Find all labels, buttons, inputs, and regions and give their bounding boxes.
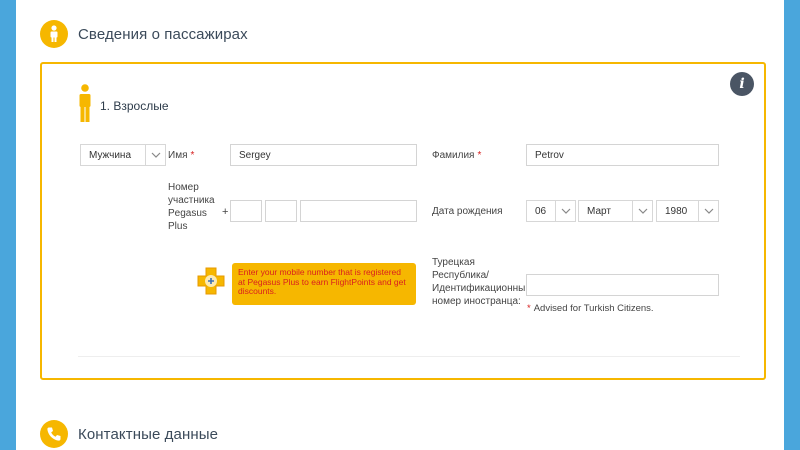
national-id-input[interactable] (526, 274, 719, 296)
person-icon (40, 20, 68, 48)
required-mark: * (527, 303, 531, 314)
chevron-down-icon (555, 201, 575, 221)
pegasus-plus-icon (196, 266, 226, 296)
pegasus-plus-label-line: Plus (168, 221, 188, 232)
person-icon (78, 84, 92, 127)
phone-icon (40, 420, 68, 448)
birth-year-value: 1980 (665, 205, 688, 217)
birth-year-select[interactable]: 1980 (656, 200, 719, 222)
chevron-down-icon (632, 201, 652, 221)
national-id-label-line: Турецкая (432, 257, 475, 268)
passengers-section-title: Сведения о пассажирах (78, 25, 248, 43)
pegasus-plus-field-1[interactable] (230, 200, 262, 222)
required-mark: * (477, 150, 482, 161)
passenger-card: i 1. Взрослые Мужчина Имя * Sergey Фамил… (40, 62, 766, 380)
birth-day-select[interactable]: 06 (526, 200, 576, 222)
first-name-label-text: Имя (168, 150, 188, 161)
gender-value: Мужчина (89, 149, 132, 161)
national-id-label-line: Республика/ (432, 270, 489, 281)
pegasus-plus-field-3[interactable] (300, 200, 417, 222)
chevron-down-icon (698, 201, 718, 221)
last-name-label-text: Фамилия (432, 150, 475, 161)
chevron-down-icon (145, 145, 165, 165)
national-id-label-line: номер иностранца: (432, 296, 521, 307)
pegasus-plus-field-2[interactable] (265, 200, 297, 222)
first-name-label: Имя * (168, 150, 194, 161)
pegasus-plus-label: Номер участника Pegasus Plus (168, 181, 215, 233)
birth-month-value: Март (587, 205, 611, 217)
birth-date-label: Дата рождения (432, 206, 503, 217)
birth-day-value: 06 (535, 205, 547, 217)
last-name-input[interactable]: Petrov (526, 144, 719, 166)
page: Сведения о пассажирах i 1. Взрослые Мужч… (16, 0, 784, 450)
pegasus-plus-label-line: участника (168, 195, 215, 206)
adult-heading: 1. Взрослые (78, 84, 169, 127)
passengers-section-header: Сведения о пассажирах (40, 16, 248, 52)
contact-section-header: Контактные данные (40, 416, 218, 450)
gender-select[interactable]: Мужчина (80, 144, 166, 166)
adult-heading-label: 1. Взрослые (100, 98, 169, 113)
last-name-label: Фамилия * (432, 150, 481, 161)
national-id-advice: * Advised for Turkish Citizens. (527, 303, 654, 314)
pegasus-plus-label-line: Номер (168, 182, 199, 193)
divider (78, 356, 740, 357)
info-icon[interactable]: i (730, 72, 754, 96)
birth-month-select[interactable]: Март (578, 200, 653, 222)
pegasus-plus-tooltip: Enter your mobile number that is registe… (232, 263, 416, 305)
contact-section-title: Контактные данные (78, 425, 219, 443)
national-id-label: Турецкая Республика/ Идентификационный н… (432, 256, 531, 308)
required-mark: * (190, 150, 195, 161)
pegasus-plus-label-line: Pegasus (168, 208, 207, 219)
first-name-input[interactable]: Sergey (230, 144, 417, 166)
national-id-advice-text: Advised for Turkish Citizens. (533, 303, 654, 314)
plus-sign: + (222, 206, 229, 218)
national-id-label-line: Идентификационный (432, 283, 531, 294)
